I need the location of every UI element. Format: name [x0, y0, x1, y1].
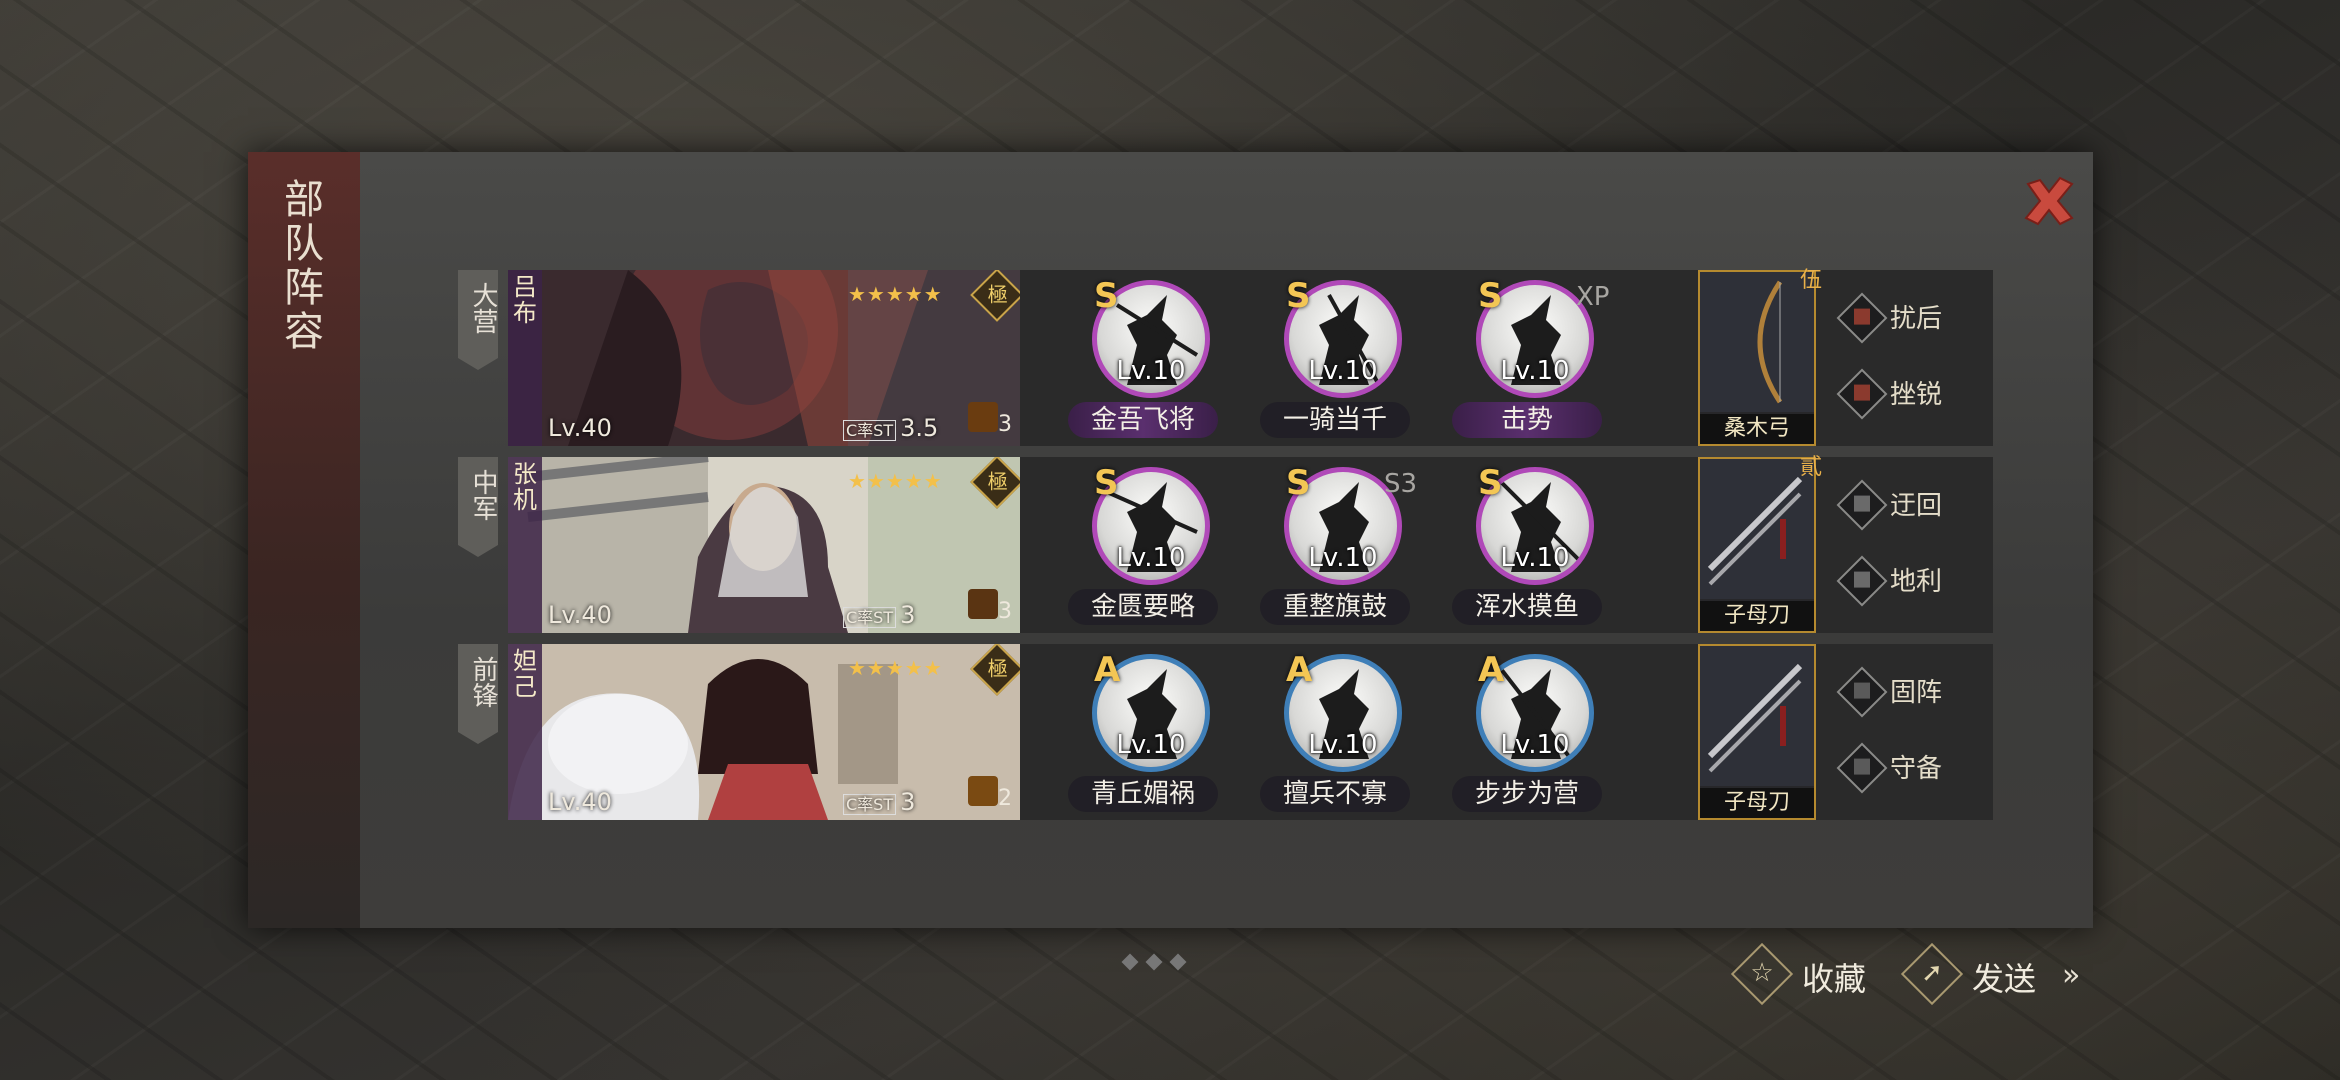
- skill-slot[interactable]: S Lv.10 浑水摸鱼: [1452, 463, 1602, 631]
- tactic-item[interactable]: 地利: [1836, 555, 1976, 607]
- hero-level: Lv.40: [548, 414, 612, 442]
- row-body: 张机 ★★★★★ 極 Lv.40 C率ST 3 3 S Lv.10 金匮要略 S …: [508, 455, 1993, 633]
- shield-icon: [968, 776, 998, 806]
- hero-cost: C率ST 3: [843, 788, 915, 816]
- tactic-item[interactable]: 扰后: [1836, 292, 1976, 344]
- position-tab: 大营: [458, 270, 498, 370]
- weapon-card[interactable]: 伍 桑木弓: [1698, 268, 1822, 446]
- skill-slot[interactable]: S Lv.10 一骑当千: [1260, 276, 1410, 444]
- weapon-card[interactable]: 子母刀: [1698, 644, 1816, 820]
- tactic-icon: [1836, 292, 1888, 344]
- skill-slot[interactable]: S S3 Lv.10 重整旗鼓: [1260, 463, 1417, 631]
- skill-name: 一骑当千: [1260, 402, 1410, 438]
- sword-icon: [1700, 646, 1814, 786]
- lineup-row-vanguard: 前锋 妲己 ★★★★★ 極 Lv.40 C率ST 3 2 A Lv.10 青丘媚…: [458, 644, 1993, 820]
- skill-slot[interactable]: A Lv.10 青丘媚祸: [1068, 650, 1218, 818]
- skill-extra-tag: S3: [1384, 469, 1418, 499]
- page-indicator: [1118, 953, 1190, 972]
- hero-card[interactable]: 吕布 ★★★★★ 極 Lv.40 C率ST 3.5 3: [508, 270, 1020, 446]
- hero-card[interactable]: 妲己 ★★★★★ 極 Lv.40 C率ST 3 2: [508, 644, 1020, 820]
- skill-name: 金吾飞将: [1068, 402, 1218, 438]
- skill-name: 击势: [1452, 402, 1602, 438]
- hero-cost: C率ST 3: [843, 601, 915, 629]
- skill-name: 青丘媚祸: [1068, 776, 1218, 812]
- archer-icon: [968, 589, 998, 619]
- row-body: 妲己 ★★★★★ 極 Lv.40 C率ST 3 2 A Lv.10 青丘媚祸 A …: [508, 644, 1993, 820]
- star-icon: ☆: [1730, 942, 1794, 1006]
- tactic-icon: [1836, 555, 1888, 607]
- lineup-row-camp: 大营 吕布 ★★★★★ 極 Lv.40 C率ST 3.5 3 S Lv.10 金…: [458, 268, 1993, 446]
- weapon-card[interactable]: 貳 子母刀: [1698, 455, 1822, 633]
- more-arrow[interactable]: »: [2062, 958, 2080, 993]
- position-tab: 中军: [458, 457, 498, 557]
- weapon-tier: 伍: [1799, 268, 1822, 293]
- skill-slot[interactable]: S XP Lv.10 击势: [1452, 276, 1610, 444]
- bow-icon: [1700, 272, 1814, 412]
- hero-name: 妲己: [508, 644, 542, 820]
- tactic-icon: [1836, 368, 1888, 420]
- hero-stars: ★★★★★: [848, 656, 943, 680]
- hero-card[interactable]: 张机 ★★★★★ 極 Lv.40 C率ST 3 3: [508, 457, 1020, 633]
- troop-type: 3: [968, 402, 1014, 442]
- troop-type: 3: [968, 589, 1014, 629]
- close-icon[interactable]: [2020, 172, 2078, 230]
- skill-name: 重整旗鼓: [1260, 589, 1410, 625]
- troop-type: 2: [968, 776, 1014, 816]
- hero-level: Lv.40: [548, 601, 612, 629]
- weapon-tier: 貳: [1799, 455, 1822, 480]
- hero-stars: ★★★★★: [848, 282, 943, 306]
- lineup-row-center: 中军 张机 ★★★★★ 極 Lv.40 C率ST 3 3 S Lv.10 金匮要…: [458, 455, 1993, 633]
- tactic-item[interactable]: 迂回: [1836, 479, 1976, 531]
- skill-name: 步步为营: [1452, 776, 1602, 812]
- skill-slot[interactable]: S Lv.10 金吾飞将: [1068, 276, 1218, 444]
- skill-slot[interactable]: S Lv.10 金匮要略: [1068, 463, 1218, 631]
- send-button[interactable]: ➚ 发送: [1900, 942, 2050, 1006]
- tactic-item[interactable]: 守备: [1836, 742, 1976, 794]
- tactic-icon: [1836, 666, 1888, 718]
- hero-level: Lv.40: [548, 788, 612, 816]
- weapon-name: 子母刀: [1700, 601, 1814, 631]
- cavalry-icon: [968, 402, 998, 432]
- favorite-button[interactable]: ☆ 收藏: [1730, 942, 1880, 1006]
- skill-extra-tag: XP: [1576, 282, 1610, 312]
- skill-slot[interactable]: A Lv.10 擅兵不寡: [1260, 650, 1410, 818]
- tactic-icon: [1836, 742, 1888, 794]
- hero-stars: ★★★★★: [848, 469, 943, 493]
- tactic-icon: [1836, 479, 1888, 531]
- weapon-name: 桑木弓: [1700, 414, 1814, 444]
- skill-name: 浑水摸鱼: [1452, 589, 1602, 625]
- share-icon: ➚: [1900, 942, 1964, 1006]
- sword-icon: [1700, 459, 1814, 599]
- row-body: 吕布 ★★★★★ 極 Lv.40 C率ST 3.5 3 S Lv.10 金吾飞将 …: [508, 268, 1993, 446]
- army-lineup-panel: 部队阵容 大营 吕布 ★★★★★ 極 Lv.40 C率ST 3.5 3 S Lv…: [248, 152, 2093, 928]
- panel-title: 部队阵容: [284, 177, 324, 355]
- skill-name: 金匮要略: [1068, 589, 1218, 625]
- tactic-item[interactable]: 挫锐: [1836, 368, 1976, 420]
- hero-name: 张机: [508, 457, 542, 633]
- tactic-item[interactable]: 固阵: [1836, 666, 1976, 718]
- skill-name: 擅兵不寡: [1260, 776, 1410, 812]
- hero-cost: C率ST 3.5: [843, 414, 938, 442]
- panel-side-tab: 部队阵容: [248, 152, 360, 928]
- position-tab: 前锋: [458, 644, 498, 744]
- skill-slot[interactable]: A Lv.10 步步为营: [1452, 650, 1602, 818]
- weapon-name: 子母刀: [1700, 788, 1814, 818]
- hero-name: 吕布: [508, 270, 542, 446]
